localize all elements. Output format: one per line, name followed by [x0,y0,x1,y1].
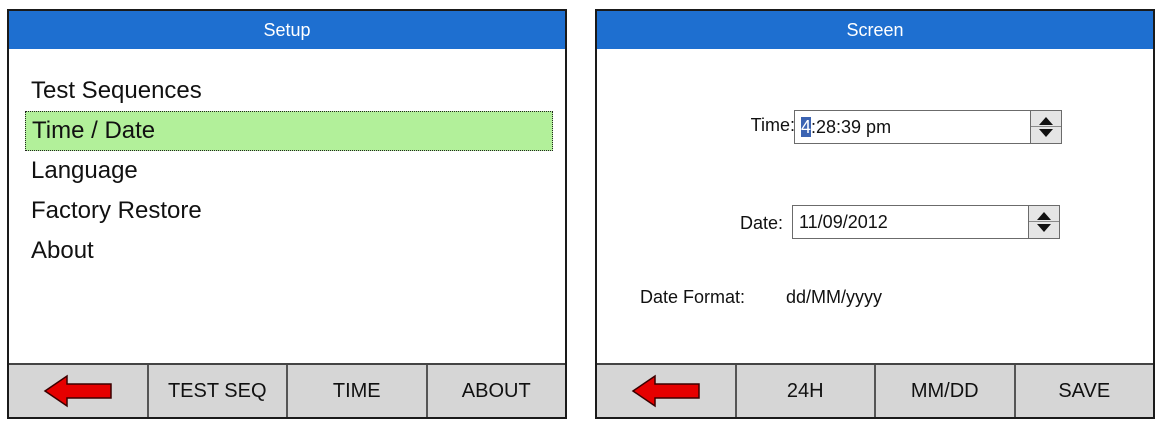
date-format-value: dd/MM/yyyy [786,287,883,307]
setup-title: Setup [9,11,565,49]
about-button[interactable]: ABOUT [425,365,565,417]
time-date-title: Screen [597,11,1153,49]
date-spinbox[interactable]: 11/09/2012 [792,205,1060,239]
time-date-screen: Screen Time: 4:28:39 pm Date: 11/09/2012… [595,9,1155,419]
menu-item-test-sequences[interactable]: Test Sequences [25,71,553,111]
time-increment-icon[interactable] [1039,117,1053,125]
menu-item-language[interactable]: Language [25,151,553,191]
test-seq-button[interactable]: TEST SEQ [146,365,286,417]
menu-item-about[interactable]: About [25,231,553,271]
date-label: Date: [739,213,783,233]
setup-menu: Test Sequences Time / Date Language Fact… [25,71,553,271]
date-value: 11/09/2012 [799,212,888,232]
time-spin-arrows[interactable] [1030,111,1061,143]
menu-item-factory-restore[interactable]: Factory Restore [25,191,553,231]
setup-screen: Setup Test Sequences Time / Date Languag… [7,9,567,419]
time-cursor-char: 4 [801,117,812,137]
date-decrement-icon[interactable] [1037,224,1051,232]
menu-item-time-date[interactable]: Time / Date [25,111,553,151]
date-spin-arrows[interactable] [1028,206,1059,238]
24h-button[interactable]: 24H [734,365,874,417]
time-date-button-bar: 24H MM/DD SAVE [597,363,1153,417]
time-label: Time: [750,115,795,135]
setup-button-bar: TEST SEQ TIME ABOUT [9,363,565,417]
time-spin-divider [1031,126,1061,127]
date-spin-divider [1029,221,1059,222]
save-button[interactable]: SAVE [1013,365,1153,417]
mm-dd-button[interactable]: MM/DD [874,365,1014,417]
date-format-label: Date Format: [640,287,746,307]
time-button[interactable]: TIME [286,365,426,417]
time-decrement-icon[interactable] [1039,129,1053,137]
back-button[interactable] [597,365,735,417]
back-arrow-icon [631,374,700,408]
time-spinbox[interactable]: 4:28:39 pm [794,110,1062,144]
back-button[interactable] [9,365,147,417]
date-increment-icon[interactable] [1037,212,1051,220]
time-value-rest: :28:39 pm [811,117,892,137]
back-arrow-icon [43,374,112,408]
time-value: 4:28:39 pm [801,111,891,143]
